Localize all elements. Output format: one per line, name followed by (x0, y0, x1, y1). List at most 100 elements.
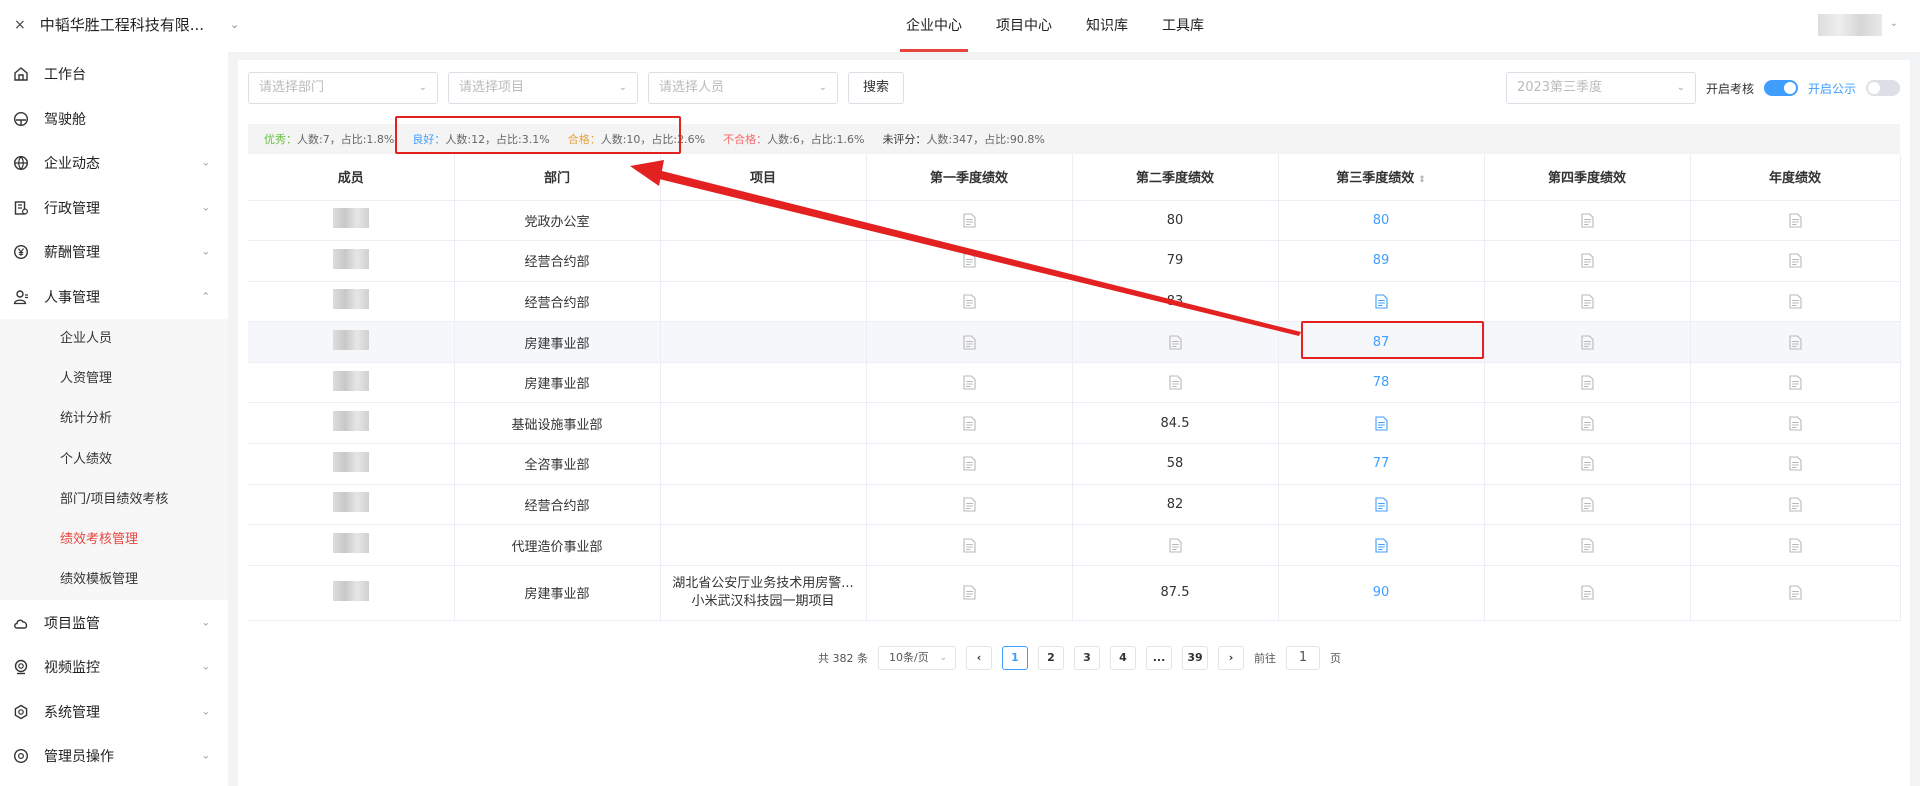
person-select[interactable]: 请选择人员 ⌄ (648, 72, 838, 104)
q3-score-link[interactable]: 77 (1373, 456, 1390, 471)
q2-cell[interactable] (1072, 524, 1279, 566)
department-select[interactable]: 请选择部门 ⌄ (248, 72, 438, 104)
q2-cell[interactable] (1072, 362, 1279, 404)
sidebar-item-project-supervision[interactable]: 项目监管 ⌄ (0, 600, 228, 645)
q3-cell[interactable]: 90 (1278, 565, 1485, 621)
document-icon[interactable] (1374, 497, 1388, 512)
sidebar-item-cockpit[interactable]: 驾驶舱 (0, 97, 228, 142)
q3-cell[interactable] (1278, 484, 1485, 526)
sidebar-subitem-personal-performance[interactable]: 个人绩效 (0, 440, 228, 480)
q4-cell[interactable] (1484, 281, 1691, 323)
next-page-button[interactable]: › (1218, 646, 1244, 670)
annual-cell[interactable] (1690, 240, 1901, 282)
annual-cell[interactable] (1690, 321, 1901, 363)
q4-cell[interactable] (1484, 443, 1691, 485)
document-icon[interactable] (962, 456, 976, 471)
q4-cell[interactable] (1484, 200, 1691, 242)
tab-enterprise-center[interactable]: 企业中心 (900, 0, 968, 52)
avatar[interactable] (1818, 14, 1882, 36)
enable-public-toggle[interactable] (1866, 80, 1900, 96)
chevron-down-icon[interactable]: ⌄ (1890, 18, 1898, 29)
page-3[interactable]: 3 (1074, 646, 1100, 670)
page-ellipsis[interactable]: ... (1146, 646, 1172, 670)
chevron-down-icon[interactable]: ⌄ (230, 18, 239, 31)
sidebar-item-video-monitoring[interactable]: 视频监控 ⌄ (0, 645, 228, 690)
q4-cell[interactable] (1484, 524, 1691, 566)
document-icon[interactable] (962, 253, 976, 268)
q3-cell[interactable] (1278, 402, 1485, 445)
document-icon[interactable] (1788, 294, 1802, 309)
document-icon[interactable] (1580, 375, 1594, 390)
q4-cell[interactable] (1484, 321, 1691, 363)
document-icon[interactable] (1788, 456, 1802, 471)
annual-cell[interactable] (1690, 565, 1901, 621)
q4-cell[interactable] (1484, 240, 1691, 282)
close-icon[interactable]: × (14, 17, 26, 33)
quarter-select[interactable]: 2023第三季度 ⌄ (1505, 72, 1696, 104)
annual-cell[interactable] (1690, 362, 1901, 404)
page-39[interactable]: 39 (1182, 646, 1208, 670)
search-button[interactable]: 搜索 (848, 72, 905, 104)
q1-cell[interactable] (866, 484, 1073, 526)
annual-cell[interactable] (1690, 402, 1901, 445)
document-icon[interactable] (1788, 375, 1802, 390)
document-icon[interactable] (1788, 253, 1802, 268)
sidebar-item-admin-operations[interactable]: 管理员操作 ⌄ (0, 734, 228, 779)
q3-score-link[interactable]: 89 (1373, 253, 1390, 268)
document-icon[interactable] (1374, 537, 1388, 553)
document-icon[interactable] (1580, 335, 1594, 350)
sidebar-subitem-hr-management[interactable]: 人资管理 (0, 359, 228, 399)
annual-cell[interactable] (1690, 200, 1901, 242)
q1-cell[interactable] (866, 281, 1073, 323)
q3-score-link[interactable]: 90 (1373, 585, 1390, 600)
document-icon[interactable] (962, 213, 976, 228)
q1-cell[interactable] (866, 402, 1073, 445)
company-switcher[interactable]: × 中韬华胜工程科技有限... ⌄ (14, 14, 239, 35)
document-icon[interactable] (1168, 375, 1182, 390)
sidebar-subitem-dept-project-review[interactable]: 部门/项目绩效考核 (0, 480, 228, 520)
annual-cell[interactable] (1690, 281, 1901, 323)
q1-cell[interactable] (866, 321, 1073, 363)
document-icon[interactable] (1580, 213, 1594, 228)
document-icon[interactable] (1788, 585, 1802, 600)
document-icon[interactable] (1580, 253, 1594, 268)
page-2[interactable]: 2 (1038, 646, 1064, 670)
tab-tool-library[interactable]: 工具库 (1156, 0, 1210, 52)
q1-cell[interactable] (866, 443, 1073, 485)
annual-cell[interactable] (1690, 443, 1901, 485)
sidebar-item-system-management[interactable]: 系统管理 ⌄ (0, 689, 228, 734)
document-icon[interactable] (1788, 537, 1802, 553)
document-icon[interactable] (1788, 335, 1802, 350)
q1-cell[interactable] (866, 200, 1073, 242)
q1-cell[interactable] (866, 565, 1073, 621)
sidebar-subitem-staff[interactable]: 企业人员 (0, 319, 228, 359)
q4-cell[interactable] (1484, 362, 1691, 404)
sidebar-item-admin[interactable]: 行政管理 ⌄ (0, 186, 228, 231)
sidebar-subitem-statistics[interactable]: 统计分析 (0, 399, 228, 439)
project-select[interactable]: 请选择项目 ⌄ (448, 72, 638, 104)
q3-cell[interactable]: 78 (1278, 362, 1485, 404)
document-icon[interactable] (1580, 456, 1594, 471)
document-icon[interactable] (962, 537, 976, 553)
annual-cell[interactable] (1690, 484, 1901, 526)
q4-cell[interactable] (1484, 484, 1691, 526)
document-icon[interactable] (962, 497, 976, 512)
document-icon[interactable] (1168, 335, 1182, 350)
document-icon[interactable] (962, 416, 976, 431)
q3-cell[interactable]: 80 (1278, 200, 1485, 242)
document-icon[interactable] (1374, 416, 1388, 431)
sidebar-item-enterprise-news[interactable]: 企业动态 ⌄ (0, 141, 228, 186)
document-icon[interactable] (962, 585, 976, 600)
sidebar-subitem-performance-template[interactable]: 绩效模板管理 (0, 560, 228, 600)
document-icon[interactable] (1168, 537, 1182, 553)
q3-score-link[interactable]: 78 (1373, 375, 1390, 390)
document-icon[interactable] (1580, 294, 1594, 309)
q2-cell[interactable] (1072, 321, 1279, 363)
enable-review-toggle[interactable] (1763, 80, 1798, 96)
goto-page-input[interactable]: 1 (1286, 646, 1320, 670)
document-icon[interactable] (1580, 585, 1594, 600)
q3-cell[interactable] (1278, 281, 1485, 323)
q1-cell[interactable] (866, 524, 1073, 566)
col-q3[interactable]: 第三季度绩效 ⇕ (1278, 154, 1485, 201)
document-icon[interactable] (962, 294, 976, 309)
